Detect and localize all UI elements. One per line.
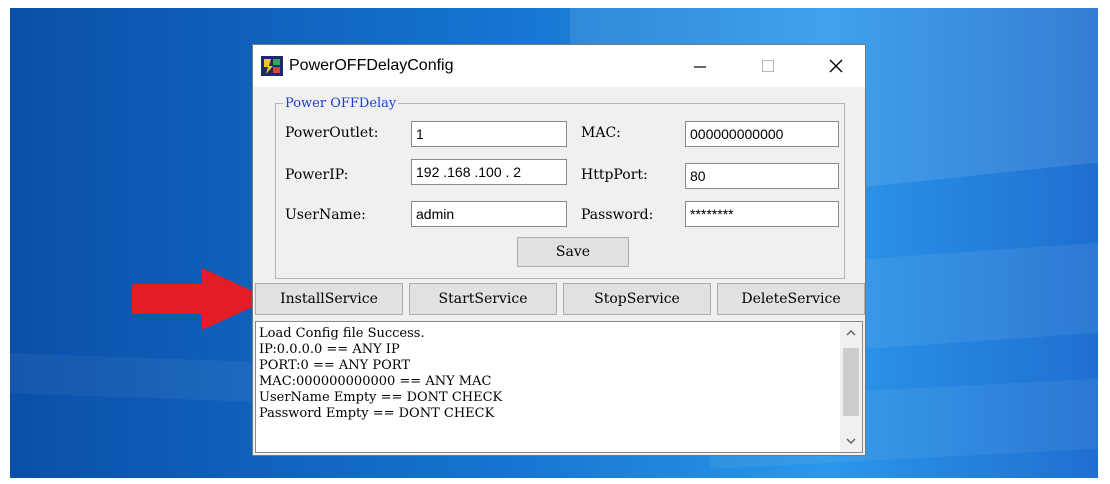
install-service-button[interactable]: InstallService xyxy=(255,283,403,315)
app-icon xyxy=(261,56,283,76)
delete-service-button[interactable]: DeleteService xyxy=(717,283,865,315)
minimize-icon xyxy=(694,66,706,68)
log-line: UserName Empty == DONT CHECK xyxy=(259,390,503,405)
username-input[interactable] xyxy=(411,201,567,227)
log-line: PORT:0 == ANY PORT xyxy=(259,358,410,373)
http-port-label: HttpPort: xyxy=(581,167,648,183)
log-line: Password Empty == DONT CHECK xyxy=(259,406,495,421)
password-input[interactable] xyxy=(685,201,839,227)
power-ip-label: PowerIP: xyxy=(285,167,349,183)
stop-service-button[interactable]: StopService xyxy=(563,283,711,315)
mac-input[interactable] xyxy=(685,121,839,147)
password-label: Password: xyxy=(581,207,654,223)
scroll-up-button[interactable] xyxy=(840,324,862,342)
scroll-down-button[interactable] xyxy=(840,432,862,450)
chevron-down-icon xyxy=(846,438,856,444)
power-outlet-label: PowerOutlet: xyxy=(285,125,379,141)
maximize-icon xyxy=(762,60,774,72)
window-title: PowerOFFDelayConfig xyxy=(289,57,454,74)
title-bar[interactable]: PowerOFFDelayConfig xyxy=(253,45,865,87)
start-service-button[interactable]: StartService xyxy=(409,283,557,315)
config-window: PowerOFFDelayConfig Power OFFDelay Power… xyxy=(252,44,866,456)
save-button[interactable]: Save xyxy=(517,237,629,267)
scrollbar-thumb[interactable] xyxy=(843,348,859,416)
close-icon xyxy=(829,59,843,73)
close-button[interactable] xyxy=(813,45,859,87)
http-port-input[interactable] xyxy=(685,163,839,189)
chevron-up-icon xyxy=(846,330,856,336)
log-output[interactable]: Load Config file Success. IP:0.0.0.0 == … xyxy=(255,321,863,453)
maximize-button[interactable] xyxy=(745,45,791,87)
power-ip-input[interactable] xyxy=(411,159,567,185)
vertical-scrollbar[interactable] xyxy=(840,322,862,452)
username-label: UserName: xyxy=(285,207,366,223)
log-line: Load Config file Success. xyxy=(259,326,425,341)
log-text: Load Config file Success. IP:0.0.0.0 == … xyxy=(259,326,502,422)
minimize-button[interactable] xyxy=(677,45,723,87)
mac-label: MAC: xyxy=(581,125,621,141)
log-line: MAC:000000000000 == ANY MAC xyxy=(259,374,492,389)
red-arrow-icon xyxy=(132,268,270,330)
power-outlet-input[interactable] xyxy=(411,121,567,147)
log-line: IP:0.0.0.0 == ANY IP xyxy=(259,342,400,357)
group-legend: Power OFFDelay xyxy=(283,96,399,111)
